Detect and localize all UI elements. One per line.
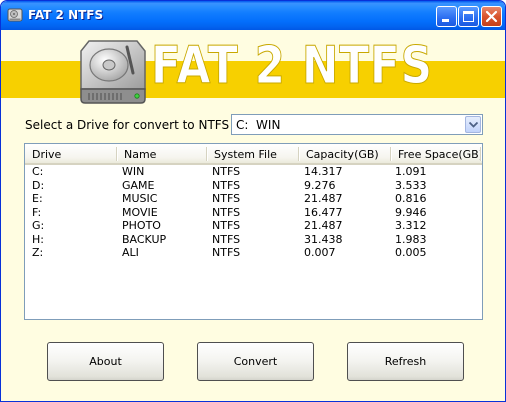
name-cell: GAME [122, 178, 155, 192]
name-cell: WIN [122, 165, 145, 178]
minimize-icon [442, 19, 449, 22]
capacity-cell: 16.477 [304, 205, 343, 219]
column-header-drive[interactable]: Drive [25, 144, 117, 163]
column-divider[interactable] [480, 147, 481, 161]
free-space-cell: 1.983 [395, 232, 427, 246]
drive-cell: Z: [32, 246, 44, 259]
maximize-button[interactable] [458, 6, 479, 27]
free-space-cell: 1.091 [395, 165, 427, 178]
title-bar[interactable]: FAT 2 NTFS [1, 1, 505, 30]
about-button[interactable]: About [47, 342, 164, 381]
column-header-free-space[interactable]: Free Space(GB) [391, 144, 482, 163]
drive-cell: F: [32, 205, 42, 219]
drive-select-value: C: WIN [236, 118, 281, 132]
capacity-cell: 21.487 [304, 219, 343, 232]
close-icon [485, 10, 498, 23]
refresh-button[interactable]: Refresh [347, 342, 464, 381]
maximize-icon [463, 11, 474, 22]
table-row[interactable]: F: MOVIE NTFS 16.477 9.946 [25, 206, 482, 220]
convert-button[interactable]: Convert [197, 342, 314, 381]
capacity-cell: 31.438 [304, 232, 343, 246]
drive-cell: H: [32, 232, 44, 246]
free-space-cell: 0.816 [395, 192, 427, 205]
close-button[interactable] [481, 6, 502, 27]
table-row[interactable]: H: BACKUP NTFS 31.438 1.983 [25, 233, 482, 247]
dropdown-button[interactable] [465, 116, 481, 133]
system-file-cell: NTFS [212, 246, 241, 259]
column-header-capacity[interactable]: Capacity(GB) [299, 144, 391, 163]
table-row[interactable]: E: MUSIC NTFS 21.487 0.816 [25, 192, 482, 206]
free-space-cell: 9.946 [395, 205, 427, 219]
app-window: FAT 2 NTFS FAT 2 NTFS Select a Drive for… [0, 0, 506, 402]
table-row[interactable]: G: PHOTO NTFS 21.487 3.312 [25, 219, 482, 233]
system-file-cell: NTFS [212, 205, 241, 219]
banner-title: FAT 2 NTFS [151, 36, 433, 96]
name-cell: MUSIC [122, 192, 158, 205]
system-file-cell: NTFS [212, 178, 241, 192]
drive-list-body: C: WIN NTFS 14.317 1.091 D: GAME NTFS 9.… [25, 165, 482, 260]
free-space-cell: 3.312 [395, 219, 427, 232]
window-title: FAT 2 NTFS [28, 8, 104, 22]
name-cell: ALI [122, 246, 139, 259]
system-file-cell: NTFS [212, 232, 241, 246]
free-space-cell: 0.005 [395, 246, 427, 259]
drive-cell: E: [32, 192, 43, 205]
chevron-down-icon [469, 122, 478, 128]
column-header-system-file[interactable]: System File [207, 144, 299, 163]
capacity-cell: 9.276 [304, 178, 336, 192]
drive-cell: G: [32, 219, 45, 232]
name-cell: MOVIE [122, 205, 158, 219]
drive-select[interactable]: C: WIN [231, 114, 483, 135]
system-file-cell: NTFS [212, 219, 241, 232]
hard-drive-icon [80, 40, 146, 104]
drive-select-label: Select a Drive for convert to NTFS : [25, 118, 237, 132]
free-space-cell: 3.533 [395, 178, 427, 192]
banner: FAT 2 NTFS [1, 30, 505, 106]
table-row[interactable]: Z: ALI NTFS 0.007 0.005 [25, 246, 482, 260]
name-cell: PHOTO [122, 219, 161, 232]
minimize-button[interactable] [436, 6, 457, 27]
table-row[interactable]: D: GAME NTFS 9.276 3.533 [25, 179, 482, 193]
capacity-cell: 0.007 [304, 246, 336, 259]
system-file-cell: NTFS [212, 192, 241, 205]
drive-cell: C: [32, 165, 44, 178]
capacity-cell: 21.487 [304, 192, 343, 205]
hard-drive-icon [7, 8, 23, 22]
drive-list-header: Drive Name System File Capacity(GB) Free… [25, 144, 482, 165]
system-file-cell: NTFS [212, 165, 241, 178]
column-header-name[interactable]: Name [117, 144, 207, 163]
table-row[interactable]: C: WIN NTFS 14.317 1.091 [25, 165, 482, 179]
drive-list[interactable]: Drive Name System File Capacity(GB) Free… [24, 143, 483, 320]
drive-cell: D: [32, 178, 45, 192]
name-cell: BACKUP [122, 232, 167, 246]
capacity-cell: 14.317 [304, 165, 343, 178]
